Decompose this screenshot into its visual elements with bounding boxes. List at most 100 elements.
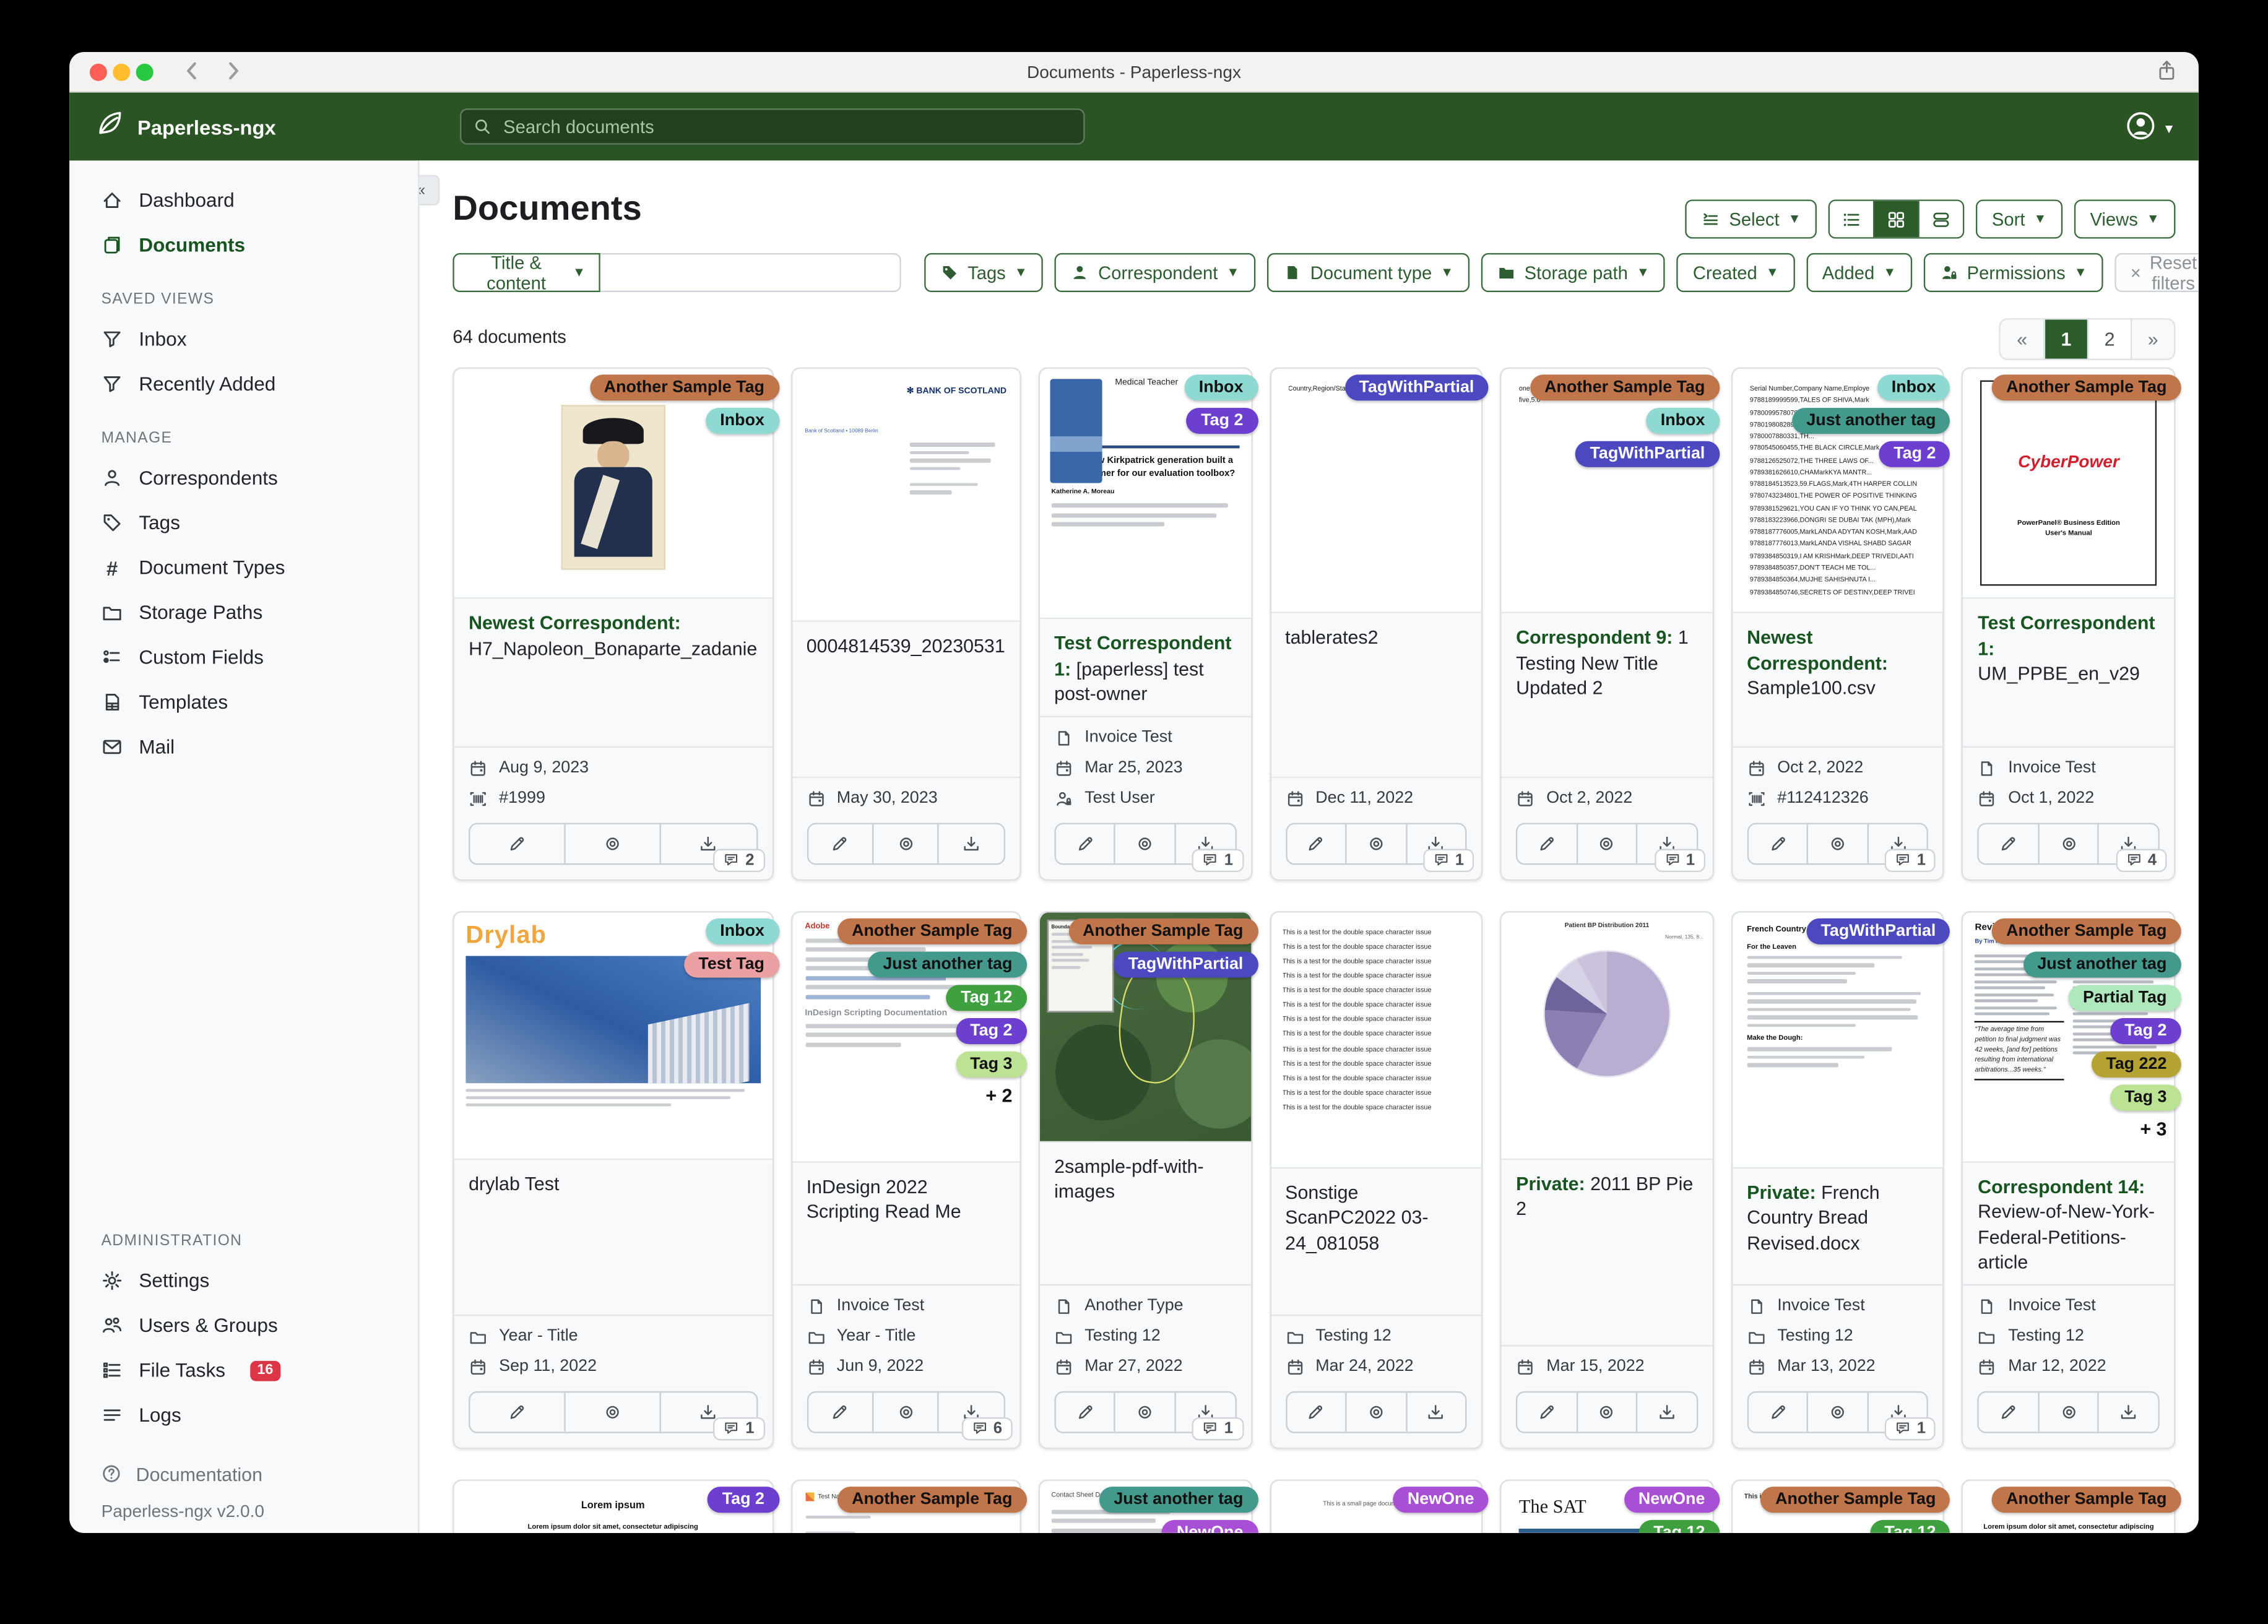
view-button[interactable]	[872, 1392, 938, 1432]
document-card[interactable]: Boundary Waters TripAnother Sample TagTa…	[1038, 910, 1258, 1449]
tag-pill-newone[interactable]: NewOne	[1393, 1486, 1489, 1513]
download-button[interactable]	[1636, 1392, 1696, 1432]
browser-back-icon[interactable]	[180, 58, 206, 84]
user-menu[interactable]: ▼	[2125, 110, 2175, 149]
sidebar-item-custom-fields[interactable]: Custom Fields	[69, 635, 418, 680]
view-button[interactable]	[1345, 1392, 1405, 1432]
tag-pill-just-another-tag[interactable]: Just another tag	[2022, 951, 2181, 977]
view-button[interactable]	[1114, 1392, 1174, 1432]
filter-document-type-button[interactable]: Document type ▼	[1266, 253, 1469, 293]
sidebar-item-inbox[interactable]: Inbox	[69, 317, 418, 361]
tag-pill-another-sample-tag[interactable]: Another Sample Tag	[589, 374, 779, 401]
comment-count-badge[interactable]: 4	[2116, 848, 2167, 872]
edit-button[interactable]	[1518, 1393, 1577, 1432]
sidebar-item-documents[interactable]: Documents	[69, 223, 418, 267]
maximize-window-button[interactable]	[136, 63, 154, 81]
tag-pill-tag-2[interactable]: Tag 2	[708, 1486, 779, 1513]
document-card[interactable]: Another Sample Tag Inbox 2 Newest Correspon…	[452, 367, 779, 881]
edit-button[interactable]	[470, 824, 564, 863]
tag-pill-just-another-tag[interactable]: Just another tag	[1099, 1486, 1258, 1513]
document-card[interactable]: Drylab Inbox Test Tag 1 drylab Test Year - Ti…	[452, 910, 779, 1449]
view-button[interactable]	[1345, 824, 1405, 863]
brand[interactable]: Paperless-ngx	[95, 108, 276, 144]
view-detail-button[interactable]	[1918, 201, 1963, 238]
views-button[interactable]: Views ▼	[2074, 199, 2176, 239]
tag-pill-tagwithpartial[interactable]: TagWithPartial	[1114, 951, 1258, 977]
document-card[interactable]: CyberPower PowerPanel® Business Edition Us…	[1962, 367, 2181, 881]
view-button[interactable]	[2038, 1392, 2098, 1432]
comment-count-badge[interactable]: 1	[1192, 848, 1244, 872]
document-card[interactable]: The SATPracticeTest #1Make time to take …	[1500, 1479, 1720, 1533]
tag-pill-tag-2[interactable]: Tag 2	[2110, 1017, 2181, 1044]
edit-button[interactable]	[1749, 824, 1807, 863]
tag-pill-tagwithpartial[interactable]: TagWithPartial	[1575, 441, 1720, 467]
document-card[interactable]: ✻ BANK OF SCOTLAND Bank of Scotland • 100…	[790, 367, 1021, 881]
edit-button[interactable]	[1287, 1393, 1346, 1432]
share-icon[interactable]	[2155, 59, 2178, 82]
tag-pill-inbox[interactable]: Inbox	[1877, 374, 1950, 401]
tag-pill-tagwithpartial[interactable]: TagWithPartial	[1344, 374, 1489, 401]
edit-button[interactable]	[470, 1393, 564, 1432]
view-button[interactable]	[564, 824, 660, 863]
view-button[interactable]	[872, 824, 938, 863]
sidebar-item-recently-added[interactable]: Recently Added	[69, 361, 418, 406]
document-card[interactable]: This is a testAnother Sample TagTag 12	[1731, 1479, 1950, 1533]
edit-button[interactable]	[1056, 824, 1115, 863]
view-button[interactable]	[1114, 824, 1174, 863]
tag-pill-newone[interactable]: NewOne	[1624, 1486, 1720, 1513]
sidebar-item-settings[interactable]: Settings	[69, 1258, 418, 1303]
tag-pill-partial-tag[interactable]: Partial Tag	[2068, 984, 2181, 1011]
minimize-window-button[interactable]	[113, 63, 131, 81]
view-button[interactable]	[564, 1392, 660, 1432]
tag-pill-another-sample-tag[interactable]: Another Sample Tag	[837, 1486, 1027, 1513]
pagination-page-1[interactable]: 1	[2043, 319, 2087, 359]
view-button[interactable]	[1807, 1392, 1867, 1432]
tag-pill-tag-222[interactable]: Tag 222	[2091, 1050, 2181, 1078]
filter-title-input[interactable]	[600, 253, 901, 293]
tag-pill-another-sample-tag[interactable]: Another Sample Tag	[1991, 1486, 2181, 1513]
documentation-link[interactable]: Documentation	[69, 1455, 418, 1493]
edit-button[interactable]	[1749, 1393, 1807, 1432]
browser-forward-icon[interactable]	[220, 58, 246, 84]
filter-permissions-button[interactable]: Permissions ▼	[1923, 253, 2103, 293]
filter-storage-path-button[interactable]: Storage path ▼	[1481, 253, 1666, 293]
filter-created-button[interactable]: Created ▼	[1677, 253, 1795, 293]
view-button[interactable]	[1807, 824, 1867, 863]
sidebar-item-tags[interactable]: Tags	[69, 501, 418, 545]
view-button[interactable]	[1576, 824, 1636, 863]
filter-mode-button[interactable]: Title & content ▼	[452, 253, 600, 293]
comment-count-badge[interactable]: 6	[961, 1417, 1013, 1440]
document-card[interactable]: Contact Sheet Demo Just another tag NewOne	[1038, 1479, 1258, 1533]
comment-count-badge[interactable]: 1	[1654, 848, 1705, 872]
comment-count-badge[interactable]: 1	[1885, 1417, 1936, 1440]
tag-pill-another-sample-tag[interactable]: Another Sample Tag	[1760, 1486, 1950, 1513]
sidebar-item-file-tasks[interactable]: File Tasks 16	[69, 1348, 418, 1393]
select-button[interactable]: Select ▼	[1686, 199, 1817, 239]
document-card[interactable]: Adobe InDesign Scripting Documentation Ano…	[790, 910, 1027, 1449]
tag-pill-tag-12[interactable]: Tag 12	[1638, 1519, 1720, 1533]
tag-pill-another-sample-tag[interactable]: Another Sample Tag	[1068, 917, 1258, 944]
sidebar-item-document-types[interactable]: # Document Types	[69, 545, 418, 590]
document-card[interactable]: Patient BP Distribution 2011 Normal, 135,…	[1500, 910, 1714, 1449]
edit-button[interactable]	[808, 824, 872, 863]
document-card[interactable]: Lorem ipsumLorem ipsum dolor sit amet, c…	[1962, 1479, 2181, 1533]
document-card[interactable]: This is a small page document. Page 1. Ne…	[1269, 1479, 1489, 1533]
document-card[interactable]: Medical Teacher Has the new Kirkpatrick g…	[1038, 367, 1258, 881]
view-grid-button[interactable]	[1873, 201, 1918, 238]
tag-pill-tag-3[interactable]: Tag 3	[2110, 1084, 2181, 1110]
sidebar-item-templates[interactable]: Templates	[69, 680, 418, 724]
tag-pill-tag-2[interactable]: Tag 2	[955, 1017, 1027, 1044]
sidebar-item-mail[interactable]: Mail	[69, 725, 418, 769]
tag-pill-newone[interactable]: NewOne	[1162, 1519, 1258, 1533]
tag-pill-inbox[interactable]: Inbox	[1646, 407, 1720, 434]
reset-filters-button[interactable]: × Reset filters	[2114, 253, 2199, 293]
comment-count-badge[interactable]: 1	[713, 1417, 764, 1440]
document-card[interactable]: Review ofBy Tim McCarthy, David Hoffma“T…	[1962, 910, 2181, 1449]
tag-pill-tag-2[interactable]: Tag 2	[1879, 441, 1950, 467]
close-window-button[interactable]	[89, 63, 107, 81]
tag-pill-another-sample-tag[interactable]: Another Sample Tag	[1991, 374, 2181, 401]
view-button[interactable]	[2038, 824, 2098, 863]
sidebar-item-dashboard[interactable]: Dashboard	[69, 178, 418, 222]
filter-correspondent-button[interactable]: Correspondent ▼	[1055, 253, 1255, 293]
tag-pill-test-tag[interactable]: Test Tag	[684, 951, 779, 977]
